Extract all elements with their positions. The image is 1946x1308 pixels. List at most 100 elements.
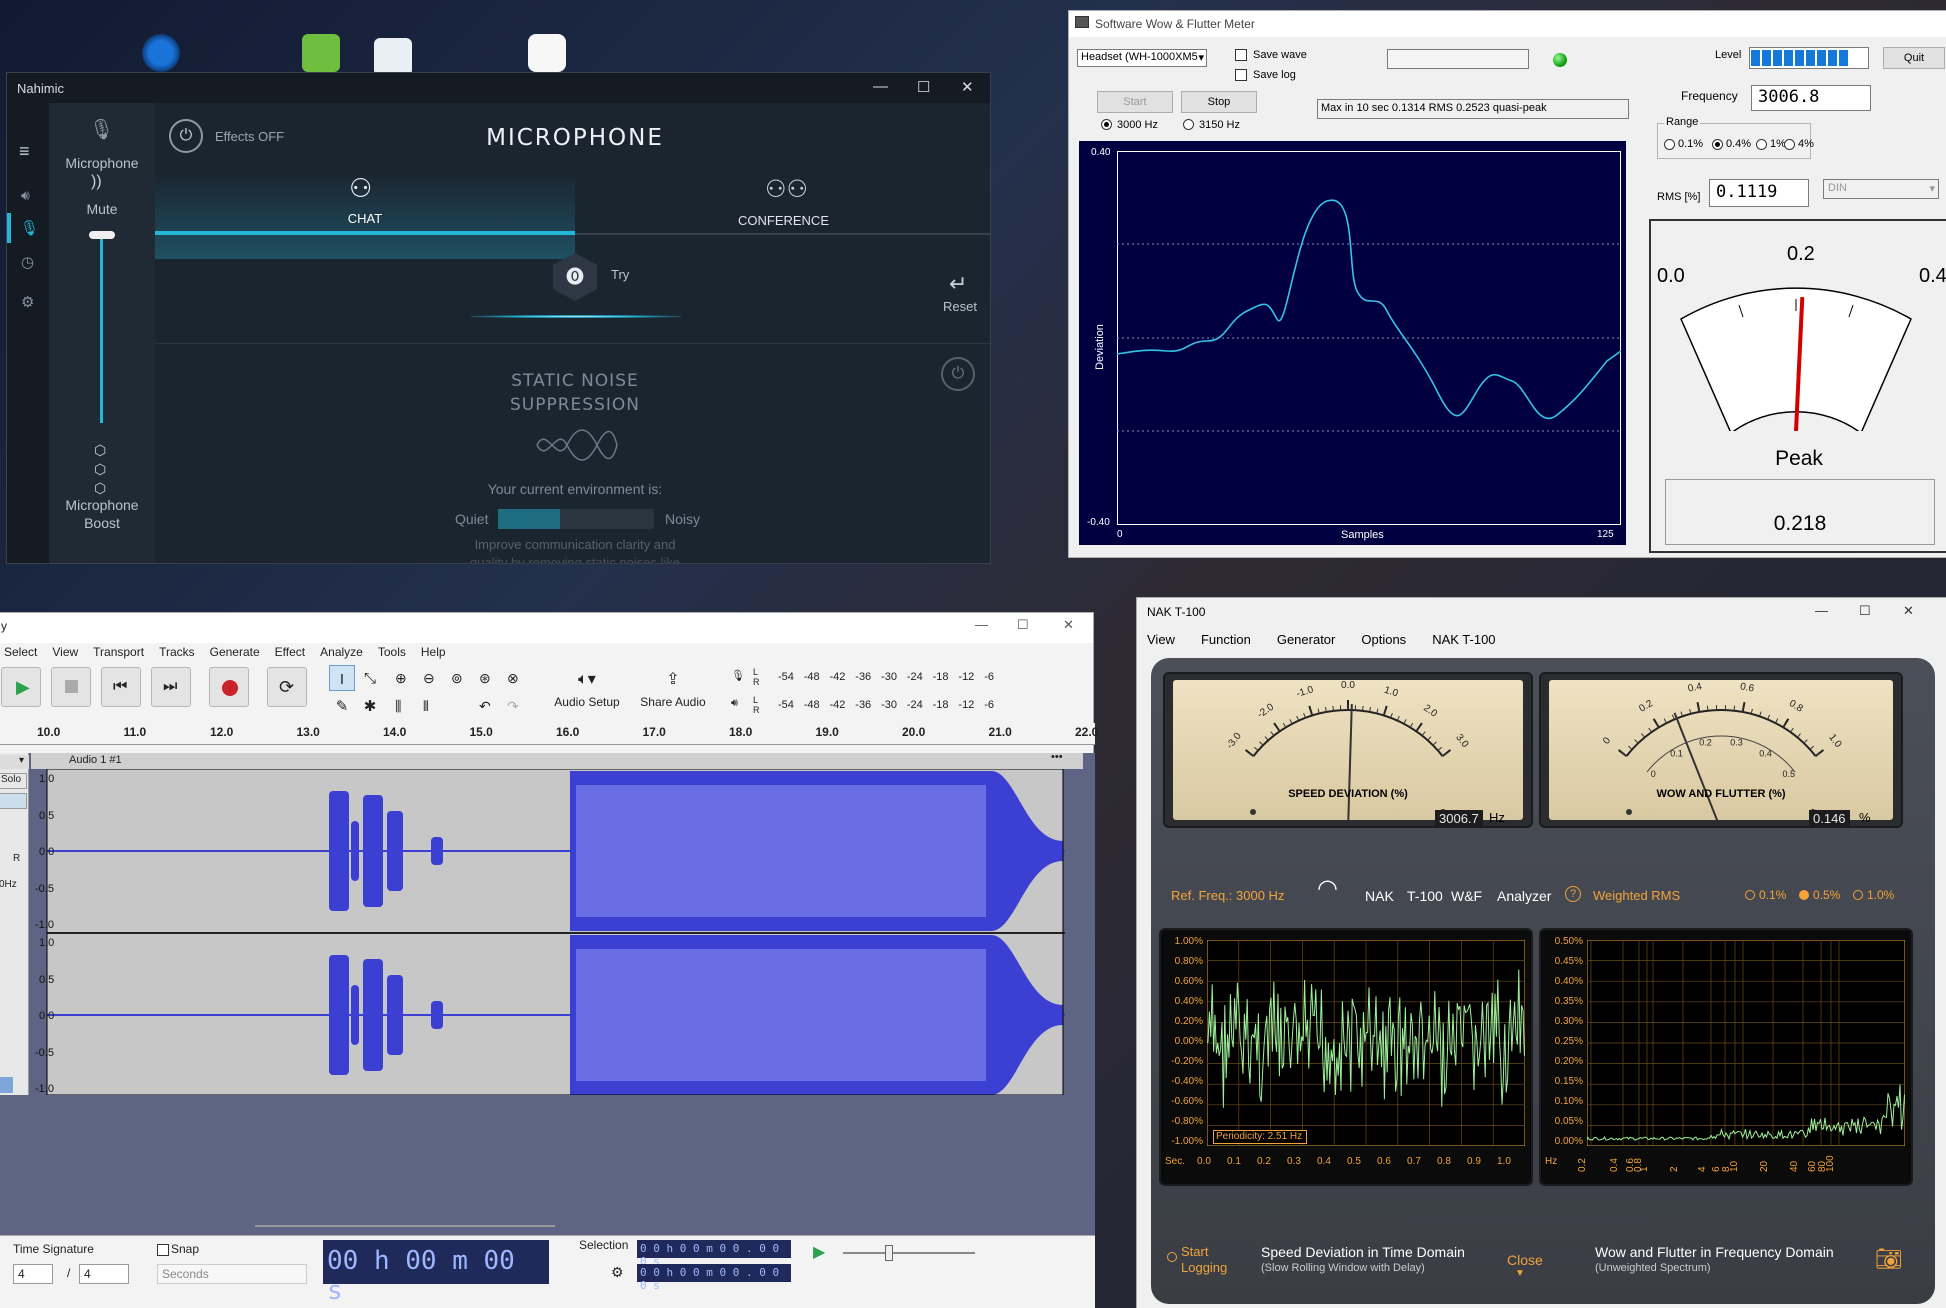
menu-select[interactable]: Select — [4, 645, 37, 665]
range-radio-4[interactable] — [1784, 139, 1795, 150]
try-microphone-button[interactable]: ⓿ — [553, 253, 597, 301]
menu-view[interactable]: View — [1147, 632, 1175, 647]
fit-project-icon[interactable]: ⊛ — [479, 665, 491, 692]
timeline-ruler[interactable]: 10.0 11.0 12.0 13.0 14.0 15.0 16.0 17.0 18.0 19.0… — [0, 723, 1098, 745]
close-icon[interactable]: ✕ — [1903, 603, 1914, 619]
menu-effect[interactable]: Effect — [275, 645, 305, 665]
close-icon[interactable]: ✕ — [1063, 617, 1074, 633]
minimize-icon[interactable]: — — [873, 78, 888, 95]
draw-tool-icon[interactable]: ✎ — [329, 693, 355, 720]
speaker-nav-icon[interactable]: 🔊︎ — [21, 187, 30, 204]
mute-icon[interactable]: )) — [91, 173, 102, 191]
range-radio-0.1[interactable] — [1664, 139, 1675, 150]
radio-3150hz[interactable] — [1183, 119, 1194, 130]
start-button[interactable]: Start — [1097, 91, 1173, 113]
desktop-app-icon-2[interactable] — [302, 34, 340, 72]
close-icon[interactable]: ✕ — [961, 78, 974, 96]
loop-button[interactable]: ⟳ — [267, 667, 307, 707]
save-log-checkbox[interactable] — [1235, 69, 1247, 81]
stop-button[interactable]: Stop — [1181, 91, 1257, 113]
multi-tool-icon[interactable]: ✱ — [357, 693, 383, 720]
envelope-tool-icon[interactable]: ⤡ — [357, 665, 383, 692]
minimize-icon[interactable]: — — [1815, 603, 1828, 618]
zoom-toggle-icon[interactable]: ⊗ — [507, 665, 519, 692]
radio-3000hz[interactable] — [1101, 119, 1112, 130]
start-logging-label-1[interactable]: Start — [1181, 1244, 1208, 1259]
menu-options[interactable]: Options — [1361, 632, 1406, 647]
effects-power-button[interactable]: ⏻ — [169, 119, 203, 153]
undo-icon[interactable]: ↶ — [479, 693, 491, 720]
share-audio-button[interactable]: ⇪ Share Audio — [637, 669, 709, 717]
help-icon[interactable]: ? — [1565, 886, 1581, 902]
menu-tracks[interactable]: Tracks — [159, 645, 195, 665]
start-logging-radio[interactable] — [1167, 1252, 1177, 1262]
start-logging-label-2[interactable]: Logging — [1181, 1260, 1227, 1275]
settings-gear-icon[interactable]: ⚙ — [21, 293, 34, 311]
track-name-bar[interactable]: Audio 1 #1 ••• — [31, 751, 1083, 769]
menu-generator[interactable]: Generator — [1277, 632, 1336, 647]
range-radio-1[interactable] — [1756, 139, 1767, 150]
track-select-handle[interactable] — [0, 1077, 13, 1093]
boost-levels-icon[interactable]: ⬡ ⬡ ⬡ — [94, 441, 106, 498]
range-radio-0.4[interactable] — [1712, 139, 1723, 150]
skip-end-button[interactable]: ⏭ — [151, 667, 191, 707]
trim-icon[interactable]: ⫼ — [395, 693, 401, 720]
zoom-out-icon[interactable]: ⊖ — [423, 665, 435, 692]
maximize-icon[interactable]: ☐ — [1017, 617, 1029, 633]
play-button[interactable]: ▶ — [1, 667, 41, 707]
menu-generate[interactable]: Generate — [210, 645, 260, 665]
minimize-icon[interactable]: — — [975, 617, 988, 632]
close-button[interactable]: Close — [1507, 1252, 1543, 1268]
snap-unit-select[interactable]: Seconds — [157, 1264, 307, 1284]
hamburger-menu-icon[interactable]: ≡ — [19, 141, 30, 162]
save-wave-checkbox[interactable] — [1235, 49, 1247, 61]
play-at-speed-icon[interactable]: ▶ — [813, 1242, 825, 1262]
silence-icon[interactable]: ⫴ — [423, 693, 429, 720]
desktop-app-icon-1[interactable] — [142, 34, 180, 72]
zoom-in-icon[interactable]: ⊕ — [395, 665, 407, 692]
menu-help[interactable]: Help — [421, 645, 446, 665]
horizontal-scrollbar[interactable] — [255, 1225, 555, 1227]
desktop-app-icon-4[interactable] — [528, 34, 566, 72]
selection-tool-icon[interactable]: I — [329, 665, 355, 691]
weighting-select[interactable]: DIN ▾ — [1823, 179, 1939, 199]
record-button[interactable] — [209, 667, 249, 707]
fit-selection-icon[interactable]: ⊚ — [451, 665, 463, 692]
playback-meter-scale[interactable]: -54 -48 -42 -36 -30 -24 -18 -12 -6 — [773, 699, 999, 713]
selection-start-field[interactable]: 0 0 h 0 0 m 0 0 . 0 0 0 s — [637, 1240, 791, 1268]
playback-meter-icon[interactable]: 🔊︎ — [731, 697, 738, 710]
range-radio-0.1[interactable] — [1745, 890, 1755, 900]
time-display[interactable]: 00 h 00 m 00 s — [323, 1240, 549, 1306]
performance-nav-icon[interactable]: ◷ — [21, 253, 34, 271]
reset-label[interactable]: Reset — [943, 299, 977, 314]
snap-checkbox[interactable] — [157, 1244, 169, 1256]
record-meter-scale[interactable]: -54 -48 -42 -36 -30 -24 -18 -12 -6 — [773, 671, 999, 685]
reset-icon[interactable]: ↵ — [949, 271, 967, 297]
time-signature-numerator[interactable]: 4 — [13, 1264, 53, 1284]
skip-start-button[interactable]: ⏮ — [101, 667, 141, 707]
menu-transport[interactable]: Transport — [93, 645, 144, 665]
selection-settings-icon[interactable]: ⚙ — [611, 1264, 624, 1281]
range-radio-0.5[interactable] — [1799, 890, 1809, 900]
maximize-icon[interactable]: ☐ — [1859, 603, 1871, 619]
microphone-nav-icon[interactable]: 🎙︎ — [20, 219, 39, 237]
device-select[interactable]: Headset (WH-1000XM5 ▾ — [1077, 49, 1207, 67]
menu-tools[interactable]: Tools — [378, 645, 406, 665]
mic-volume-slider-thumb[interactable] — [89, 231, 115, 239]
solo-button[interactable]: Solo — [0, 773, 27, 789]
time-signature-denominator[interactable]: 4 — [79, 1264, 129, 1284]
menu-view[interactable]: View — [52, 645, 78, 665]
selection-end-field[interactable]: 0 0 h 0 0 m 0 0 . 0 0 0 s — [637, 1264, 791, 1292]
tab-chat[interactable]: ⚇ CHAT — [155, 173, 575, 259]
stop-button[interactable] — [51, 667, 91, 707]
redo-icon[interactable]: ↷ — [507, 693, 519, 720]
audio-setup-button[interactable]: 🔈︎▾ Audio Setup — [547, 669, 627, 717]
range-radio-1.0[interactable] — [1853, 890, 1863, 900]
camera-icon[interactable]: 📷︎ — [1875, 1246, 1903, 1272]
menu-analyze[interactable]: Analyze — [320, 645, 363, 665]
desktop-app-icon-3[interactable] — [374, 38, 412, 76]
quit-button[interactable]: Quit — [1883, 47, 1945, 69]
record-meter-icon[interactable]: 🎙︎ — [731, 669, 745, 682]
play-speed-slider[interactable] — [843, 1245, 975, 1261]
track-menu[interactable]: ▾ — [0, 755, 29, 769]
